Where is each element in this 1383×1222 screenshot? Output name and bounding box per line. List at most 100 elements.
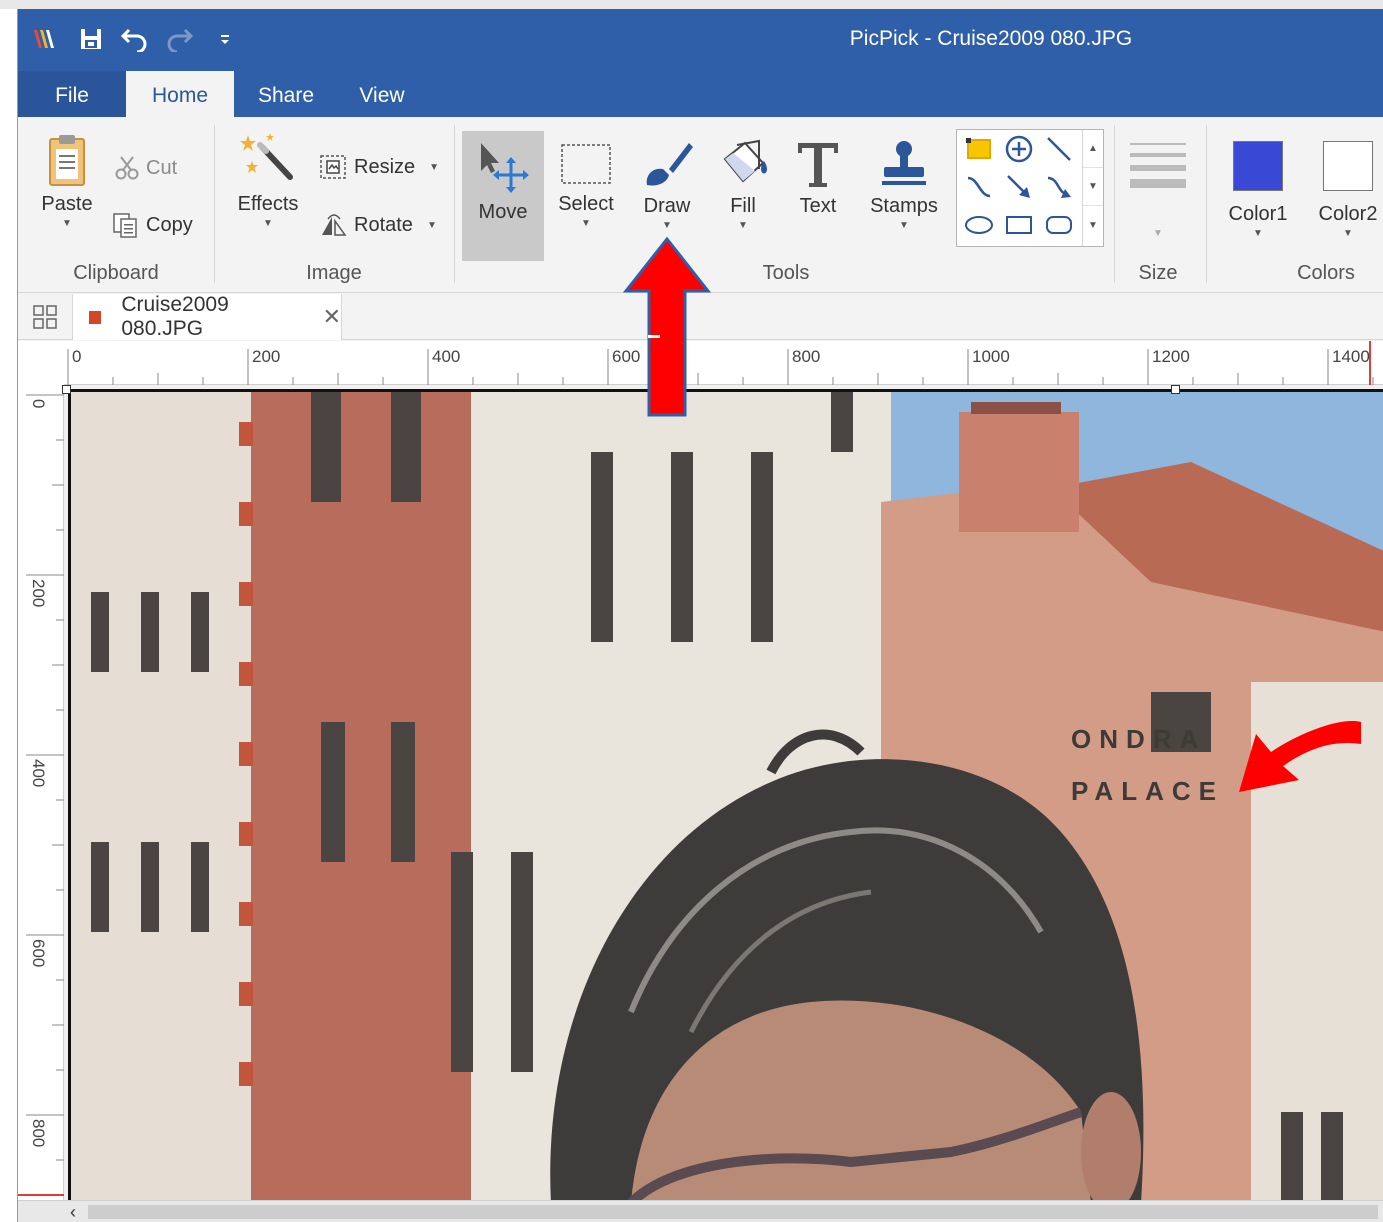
paste-label: Paste <box>41 193 93 215</box>
paste-icon <box>49 135 85 186</box>
color1-label: Color1 <box>1228 203 1288 225</box>
resize-button[interactable]: Resize ▼ <box>318 153 439 181</box>
cut-button[interactable]: Cut <box>114 155 177 181</box>
arrow-icon[interactable] <box>1001 170 1037 204</box>
ruler-label: 200 <box>29 579 48 608</box>
color1-button[interactable]: Color1 ▼ <box>1218 133 1298 239</box>
tools-group-label: Tools <box>762 262 810 284</box>
image-file-icon <box>89 310 102 324</box>
rectangle-icon[interactable] <box>1001 208 1037 242</box>
undo-icon[interactable] <box>118 21 152 57</box>
menu-bar: File Home Share View <box>18 71 1383 117</box>
size-button[interactable]: ▼ <box>1122 141 1194 239</box>
chevron-down-icon: ▼ <box>429 161 440 173</box>
left-edge <box>0 9 18 1222</box>
sign-text-line1: ONDRA <box>1071 724 1206 754</box>
scrollbar-thumb[interactable] <box>88 1205 1378 1219</box>
select-button[interactable]: Select ▼ <box>550 141 622 229</box>
scroll-left-icon[interactable]: ‹ <box>62 1201 84 1222</box>
paste-button[interactable]: Paste ▼ <box>36 133 98 229</box>
rotate-label: Rotate <box>354 213 413 236</box>
tab-share[interactable]: Share <box>244 71 328 117</box>
ruler-label: 1000 <box>972 347 1010 366</box>
shapes-grid <box>957 130 1082 246</box>
document-tab-label: Cruise2009 080.JPG <box>121 293 229 340</box>
scissors-icon <box>115 156 139 180</box>
ruler-label: 400 <box>432 347 461 366</box>
copy-label: Copy <box>146 213 193 236</box>
chevron-down-icon: ▼ <box>581 218 591 229</box>
chevron-down-icon: ▼ <box>1153 228 1163 239</box>
ruler-label: 0 <box>29 399 48 409</box>
chevron-down-icon: ▼ <box>1343 228 1353 239</box>
shapes-gallery[interactable]: ▲ ▼ ▼ <box>956 129 1104 247</box>
ruler-label: 800 <box>29 1119 48 1148</box>
effects-button[interactable]: Effects ▼ <box>228 133 308 229</box>
curve-icon[interactable] <box>961 170 997 204</box>
color1-swatch <box>1233 141 1283 191</box>
paintbrush-icon <box>646 143 693 186</box>
save-icon[interactable] <box>76 21 106 57</box>
picpick-window: PicPick - Cruise2009 080.JPG File Home S… <box>18 9 1383 1222</box>
cut-label: Cut <box>146 156 178 179</box>
stamp-icon <box>882 141 926 185</box>
scroll-down-icon[interactable]: ▼ <box>1083 168 1103 206</box>
rotate-button[interactable]: Rotate ▼ <box>318 211 437 239</box>
app-logo-icon[interactable] <box>26 21 62 57</box>
scroll-up-icon[interactable]: ▲ <box>1083 130 1103 168</box>
chevron-down-icon: ▼ <box>738 220 748 231</box>
horizontal-scrollbar[interactable]: ‹ <box>18 1200 1383 1222</box>
group-separator <box>1206 125 1207 283</box>
background-window-strip <box>0 0 1383 9</box>
tab-home[interactable]: Home <box>126 71 234 117</box>
text-button[interactable]: Text <box>788 139 848 218</box>
selection-handle[interactable] <box>62 385 71 394</box>
document-tab[interactable]: Cruise2009 080.JPG ✕ <box>72 293 342 340</box>
red-annotation-arrow <box>622 236 712 417</box>
move-button[interactable]: Move <box>462 131 544 261</box>
ruler-label: 600 <box>29 939 48 968</box>
file-menu[interactable]: File <box>18 71 126 117</box>
curved-arrow-icon[interactable] <box>1041 170 1077 204</box>
rotate-icon <box>322 214 347 236</box>
fill-label: Fill <box>730 195 756 217</box>
vertical-ruler: 0 200 400 600 800 <box>18 385 64 1200</box>
line-width-icon <box>1130 143 1186 188</box>
group-separator <box>454 125 455 283</box>
resize-label: Resize <box>354 155 416 178</box>
canvas-area[interactable]: 0 200 400 600 800 1000 1200 1400 0 200 4… <box>18 341 1383 1222</box>
ruler-label: 0 <box>72 347 82 366</box>
expand-gallery-icon[interactable]: ▼ <box>1083 206 1103 244</box>
color2-button[interactable]: Color2 ▼ <box>1308 133 1383 239</box>
chevron-down-icon: ▼ <box>263 218 273 229</box>
ruler-label: 1200 <box>1152 347 1190 366</box>
draw-button[interactable]: Draw ▼ <box>630 139 704 231</box>
resize-icon <box>320 155 346 179</box>
move-icon <box>481 143 529 193</box>
magic-wand-icon <box>240 133 293 180</box>
clipboard-group-label: Clipboard <box>73 262 159 284</box>
ruler-label: 800 <box>792 347 821 366</box>
customize-quick-access-icon[interactable] <box>214 21 236 57</box>
redo-icon[interactable] <box>162 21 196 57</box>
photo-image[interactable]: ONDRA PALACE <box>68 389 1383 1200</box>
chevron-down-icon: ▼ <box>426 219 437 231</box>
stamps-label: Stamps <box>870 195 938 217</box>
rounded-rectangle-icon[interactable] <box>1041 208 1077 242</box>
rectangle-select-icon[interactable] <box>961 132 997 166</box>
paint-bucket-icon <box>723 139 767 183</box>
line-icon[interactable] <box>1041 132 1077 166</box>
stamps-button[interactable]: Stamps ▼ <box>862 139 946 231</box>
image-group-label: Image <box>306 262 362 284</box>
move-label: Move <box>478 201 528 223</box>
tab-view[interactable]: View <box>338 71 426 117</box>
close-icon[interactable]: ✕ <box>323 304 341 330</box>
ellipse-icon[interactable] <box>961 208 997 242</box>
selection-handle[interactable] <box>1171 385 1180 394</box>
copy-button[interactable]: Copy <box>112 212 193 238</box>
grid-view-icon[interactable] <box>32 304 60 332</box>
add-circle-icon[interactable] <box>1001 132 1037 166</box>
fill-button[interactable]: Fill ▼ <box>710 139 776 231</box>
shapes-scrollbar[interactable]: ▲ ▼ ▼ <box>1082 130 1103 246</box>
colors-group-label: Colors <box>1297 262 1355 284</box>
